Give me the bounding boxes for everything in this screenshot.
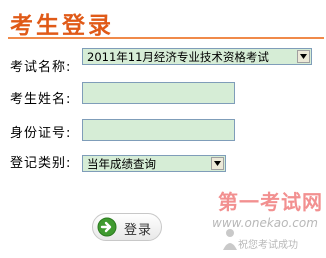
chevron-down-icon[interactable] bbox=[211, 157, 224, 170]
figure-icon bbox=[223, 229, 237, 250]
category-value: 当年成绩查询 bbox=[87, 157, 156, 171]
login-button[interactable]: 登录 bbox=[92, 213, 162, 241]
exam-name-label: 考试名称: bbox=[10, 60, 72, 75]
id-number-input[interactable] bbox=[82, 119, 235, 141]
watermark-title: 第一考试网 bbox=[218, 190, 323, 214]
category-select[interactable]: 当年成绩查询 bbox=[82, 155, 226, 172]
page-title: 考生登录 bbox=[10, 13, 114, 39]
category-label: 登记类别: bbox=[10, 156, 72, 171]
id-label: 身份证号: bbox=[10, 126, 72, 141]
name-input[interactable] bbox=[82, 82, 235, 104]
chevron-down-icon[interactable] bbox=[297, 50, 310, 63]
watermark-slogan: 祝您考试成功 bbox=[238, 240, 298, 251]
exam-name-select[interactable]: 2011年11月经济专业技术资格考试 bbox=[82, 48, 312, 65]
title-divider bbox=[8, 37, 324, 39]
login-label: 登录 bbox=[124, 223, 153, 238]
arrow-right-icon bbox=[97, 217, 117, 237]
exam-name-value: 2011年11月经济专业技术资格考试 bbox=[87, 50, 269, 64]
name-label: 考生姓名: bbox=[10, 92, 72, 107]
